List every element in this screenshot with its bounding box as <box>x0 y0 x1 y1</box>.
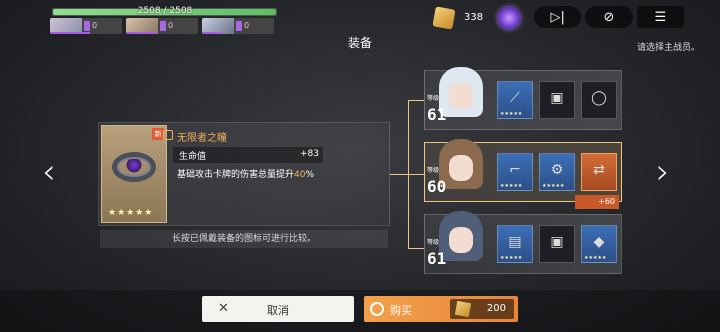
gold-amount: 338 <box>464 12 484 23</box>
accessory-slot[interactable]: ◆ ★★★★★ <box>581 225 617 263</box>
ring-icon: ◯ <box>591 90 607 106</box>
slot-stars: ★★★★★ <box>500 111 523 117</box>
item-art: 新 ★★★★★ <box>101 125 167 223</box>
stat-row: 生命值 +83 <box>173 147 323 163</box>
chevron-left-icon[interactable]: ‹ <box>42 152 56 192</box>
menu-icon: ☰ <box>654 9 667 25</box>
character-portrait: 等级 61 <box>425 209 491 275</box>
face <box>449 227 473 253</box>
price-value: 200 <box>486 303 506 314</box>
character-row-3[interactable]: 等级 61 ▤ ★★★★★ ▣ ◆ ★★★★★ <box>424 211 622 274</box>
stat-value: +83 <box>300 149 319 159</box>
gear-icon: ⚙ <box>550 162 564 178</box>
character-row-2[interactable]: 等级 60 ⌐ ★★★★★ ⚙ ★★★★★ ⇄ +60 <box>424 139 622 209</box>
connector-line <box>408 248 424 249</box>
level-number: 61 <box>427 249 447 268</box>
weapon-slot[interactable]: ⌐ ★★★★★ <box>497 153 533 191</box>
desc-text: 基础攻击卡牌的伤害总量提升 <box>177 170 295 180</box>
level-label: 等级 <box>427 95 440 102</box>
connector-line <box>390 174 408 175</box>
level-label: 等级 <box>427 167 440 174</box>
accessory-slot[interactable]: ◯ <box>581 81 617 119</box>
weapon-slot[interactable]: ⟋ ★★★★★ <box>497 81 533 119</box>
buy-button[interactable]: 购买 200 <box>364 296 518 322</box>
price-box: 200 <box>450 299 514 319</box>
instruction-hint: 请选择主战员。 <box>636 43 700 53</box>
party-member-3[interactable]: 0 <box>202 18 274 34</box>
party-energy: 0 <box>168 21 174 30</box>
skip-forward-button[interactable]: ▷| <box>534 6 582 28</box>
cancel-button[interactable]: ✕ 取消 <box>202 296 354 322</box>
armor-slot[interactable]: ▣ <box>539 225 575 263</box>
accessory-slot-selected[interactable]: ⇄ <box>581 153 617 191</box>
gold-icon <box>432 6 456 30</box>
slot-stars: ★★★★★ <box>500 183 523 189</box>
party-member-1[interactable]: 0 <box>50 18 122 34</box>
armor-slot[interactable]: ▣ <box>539 81 575 119</box>
stat-label: 生命值 <box>179 152 207 162</box>
level-number: 60 <box>427 177 447 196</box>
face <box>449 155 473 181</box>
crystal-icon[interactable] <box>498 7 520 29</box>
currency-panel: 338 <box>432 6 522 30</box>
level-label: 等级 <box>427 239 440 246</box>
chevron-right-icon[interactable]: › <box>656 152 670 192</box>
item-description: 基础攻击卡牌的伤害总量提升40% <box>177 167 314 180</box>
menu-button[interactable]: ☰ <box>636 6 684 28</box>
item-stars: ★★★★★ <box>108 208 154 218</box>
skip-forward-icon: ▷| <box>550 9 565 25</box>
top-buttons: ▷| ⊘ ☰ <box>534 6 684 30</box>
stat-bonus-badge: +60 <box>575 195 619 209</box>
gold-icon <box>454 300 472 318</box>
gun-icon: ⌐ <box>509 162 521 178</box>
speed-icon: ⊘ <box>603 9 615 25</box>
desc-suffix: % <box>305 170 315 180</box>
cancel-label: 取消 <box>267 304 289 317</box>
armor-icon: ▣ <box>550 90 564 106</box>
energy-icon <box>84 21 90 31</box>
slot-stars: ★★★★★ <box>542 183 565 189</box>
energy-icon <box>160 21 166 31</box>
book-icon: ▤ <box>508 234 522 250</box>
bottom-bar <box>0 290 720 332</box>
connector-line <box>408 174 424 175</box>
party-energy: 0 <box>244 21 250 30</box>
buy-label: 购买 <box>390 304 412 317</box>
speed-button[interactable]: ⊘ <box>585 6 633 28</box>
item-name: 无限者之瞳 <box>163 129 227 144</box>
party-energy: 0 <box>92 21 98 30</box>
party-row: 0 0 0 <box>50 18 274 34</box>
slot-stars: ★★★★★ <box>500 255 523 261</box>
sword-icon: ⟋ <box>510 90 520 106</box>
item-name-text: 无限者之瞳 <box>177 133 227 144</box>
accessory-icon <box>163 130 173 140</box>
gem-icon: ◆ <box>593 234 605 250</box>
armor-icon: ▣ <box>550 234 564 250</box>
face <box>449 83 473 109</box>
weapon-slot[interactable]: ▤ ★★★★★ <box>497 225 533 263</box>
character-portrait: 等级 60 <box>425 137 491 203</box>
ring-icon <box>112 152 156 182</box>
energy-icon <box>236 21 242 31</box>
item-detail-card: 新 ★★★★★ 无限者之瞳 生命值 +83 基础攻击卡牌的伤害总量提升40% <box>98 122 390 226</box>
level-number: 61 <box>427 105 447 124</box>
armor-slot[interactable]: ⚙ ★★★★★ <box>539 153 575 191</box>
swap-icon: ⇄ <box>593 162 605 178</box>
party-member-2[interactable]: 0 <box>126 18 198 34</box>
slot-stars: ★★★★★ <box>584 255 607 261</box>
buy-icon <box>370 302 384 316</box>
compare-hint: 长按已佩戴装备的图标可进行比较。 <box>100 230 388 248</box>
desc-highlight: 40 <box>294 170 306 180</box>
character-portrait: 等级 61 <box>425 65 491 131</box>
character-row-1[interactable]: 等级 61 ⟋ ★★★★★ ▣ ◯ <box>424 67 622 130</box>
team-hp-text: 2508 / 2508 <box>137 6 193 16</box>
connector-line <box>408 100 424 101</box>
